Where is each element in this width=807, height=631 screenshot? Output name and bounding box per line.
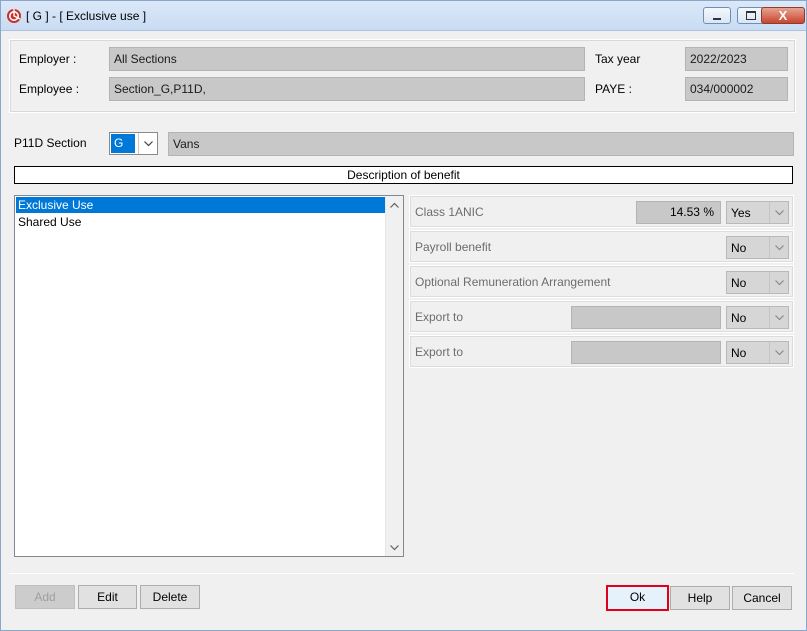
section-name-field: Vans (168, 132, 794, 156)
divider (9, 573, 794, 574)
payroll-label: Payroll benefit (415, 240, 492, 254)
export2-row: Export to No (409, 335, 794, 368)
ora-row: Optional Remuneration Arrangement No (409, 265, 794, 298)
class1a-select[interactable]: Yes (726, 201, 789, 224)
employer-label: Employer : (19, 52, 77, 66)
tax-year-field: 2022/2023 (685, 47, 788, 71)
export1-row: Export to No (409, 300, 794, 333)
export1-field (571, 306, 721, 329)
paye-field: 034/000002 (685, 77, 788, 101)
add-button[interactable]: Add (15, 585, 75, 609)
chevron-down-icon[interactable] (769, 307, 788, 328)
class1a-label: Class 1ANIC (415, 205, 484, 219)
ora-value: No (731, 276, 747, 290)
payroll-row: Payroll benefit No (409, 230, 794, 263)
paye-label: PAYE : (595, 82, 632, 96)
employee-label: Employee : (19, 82, 80, 96)
list-item[interactable]: Exclusive Use (16, 197, 386, 213)
export1-value: No (731, 311, 747, 325)
export2-label: Export to (415, 345, 464, 359)
benefit-listbox[interactable]: Exclusive Use Shared Use (14, 195, 404, 557)
help-button[interactable]: Help (670, 586, 730, 610)
scroll-up-icon[interactable] (386, 196, 403, 213)
window-title: [ G ] - [ Exclusive use ] (26, 9, 147, 23)
export2-select[interactable]: No (726, 341, 789, 364)
ora-select[interactable]: No (726, 271, 789, 294)
payroll-value: No (731, 241, 747, 255)
close-icon: X (778, 8, 788, 23)
scroll-down-icon[interactable] (386, 539, 403, 556)
list-item[interactable]: Shared Use (16, 214, 386, 230)
p11d-section-label: P11D Section (14, 136, 87, 150)
class1a-percent: 14.53 % (636, 201, 721, 224)
description-header: Description of benefit (14, 166, 793, 184)
export1-label: Export to (415, 310, 464, 324)
ora-label: Optional Remuneration Arrangement (415, 275, 611, 289)
delete-button[interactable]: Delete (140, 585, 200, 609)
employee-field: Section_G,P11D, (109, 77, 585, 101)
minimize-button[interactable] (703, 7, 731, 24)
export2-value: No (731, 346, 747, 360)
class1a-row: Class 1ANIC 14.53 % Yes (409, 195, 794, 228)
tax-year-label: Tax year (595, 52, 641, 66)
maximize-icon (746, 11, 756, 20)
title-bar[interactable]: [ G ] - [ Exclusive use ] X (1, 1, 806, 31)
app-logo-icon (7, 9, 21, 23)
dialog-window: [ G ] - [ Exclusive use ] X Employer : A… (0, 0, 807, 631)
close-button[interactable]: X (761, 7, 805, 24)
chevron-down-icon[interactable] (769, 237, 788, 258)
minimize-icon (713, 17, 721, 20)
export1-select[interactable]: No (726, 306, 789, 329)
employer-field: All Sections (109, 47, 585, 71)
vertical-scrollbar[interactable] (385, 196, 403, 556)
export2-field (571, 341, 721, 364)
ok-button[interactable]: Ok (606, 585, 669, 611)
chevron-down-icon[interactable] (769, 342, 788, 363)
class1a-value: Yes (731, 206, 751, 220)
chevron-down-icon[interactable] (769, 272, 788, 293)
section-code-select[interactable]: G (109, 132, 158, 155)
cancel-button[interactable]: Cancel (732, 586, 792, 610)
section-code-value: G (111, 134, 135, 153)
chevron-down-icon[interactable] (138, 133, 157, 154)
chevron-down-icon[interactable] (769, 202, 788, 223)
payroll-select[interactable]: No (726, 236, 789, 259)
header-panel: Employer : All Sections Employee : Secti… (9, 39, 796, 113)
edit-button[interactable]: Edit (78, 585, 137, 609)
